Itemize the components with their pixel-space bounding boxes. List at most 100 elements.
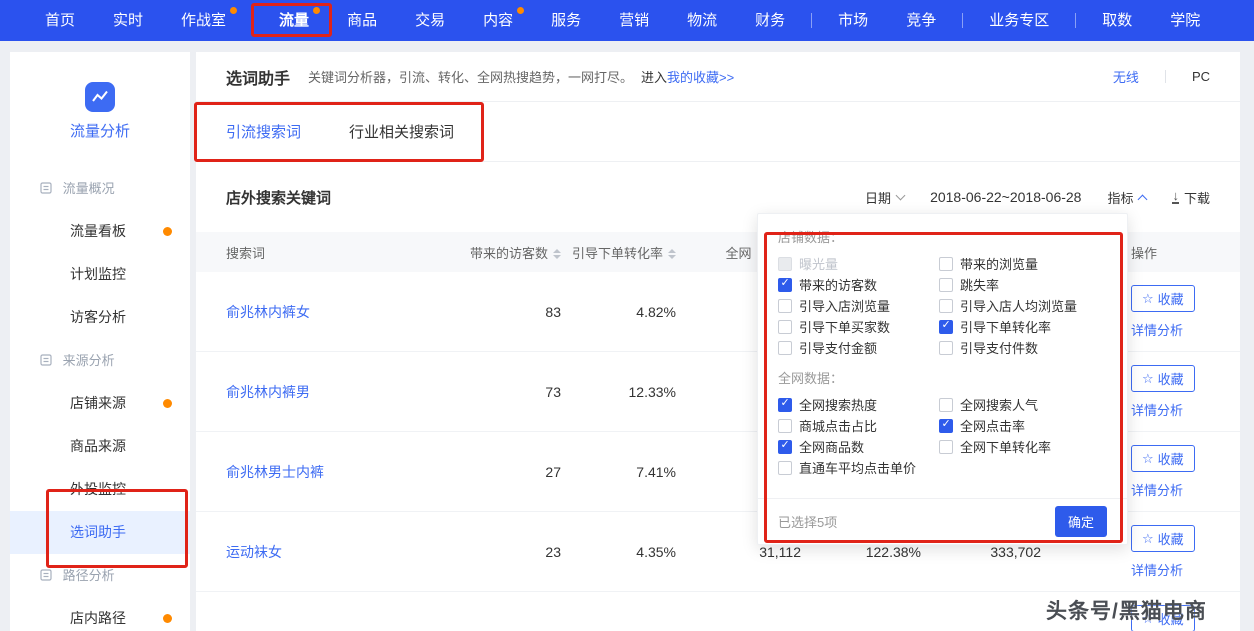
favorite-button[interactable]: ☆ 收藏 bbox=[1131, 525, 1195, 552]
checkbox[interactable]: ✓ bbox=[778, 398, 792, 412]
metric-checkbox-option[interactable]: ✓ 引导下单转化率 bbox=[939, 316, 1107, 337]
sidebar-item[interactable]: 商品来源 bbox=[10, 425, 190, 468]
keyword-link[interactable]: 俞兆林男士内裤 bbox=[226, 464, 324, 480]
checkbox[interactable]: ✓ bbox=[778, 257, 792, 271]
sidebar-item[interactable]: 流量看板 bbox=[10, 210, 190, 253]
download-button[interactable]: ↓ 下载 bbox=[1172, 188, 1210, 207]
checkbox-label: 商城点击占比 bbox=[799, 416, 877, 435]
sidebar-item[interactable]: 流量概况 bbox=[10, 167, 190, 210]
confirm-button[interactable]: 确定 bbox=[1055, 506, 1107, 537]
nav-item[interactable]: 实时 bbox=[94, 0, 162, 41]
metric-checkbox-option[interactable]: ✓ 引导下单买家数 bbox=[778, 316, 939, 337]
sidebar-item[interactable]: 选词助手 bbox=[10, 511, 190, 554]
sidebar-item[interactable]: 店铺来源 bbox=[10, 382, 190, 425]
nav-item-label: 实时 bbox=[113, 12, 143, 29]
nav-item[interactable]: 作战室 bbox=[162, 0, 245, 41]
metric-checkbox-option[interactable]: ✓ 全网搜索人气 bbox=[939, 394, 1107, 415]
nav-item[interactable]: 取数 bbox=[1083, 0, 1151, 41]
date-range[interactable]: 2018-06-22~2018-06-28 bbox=[930, 189, 1081, 205]
keyword-link[interactable]: 运动袜女 bbox=[226, 544, 282, 560]
metric-checkbox-option[interactable]: ✓ 全网点击率 bbox=[939, 415, 1107, 436]
sidebar-item[interactable]: 店内路径 bbox=[10, 597, 190, 631]
nav-item[interactable]: 物流 bbox=[668, 0, 736, 41]
metric-checkbox-option[interactable]: ✓ 带来的浏览量 bbox=[939, 253, 1107, 274]
metrics-dropdown[interactable]: 指标 bbox=[1107, 188, 1146, 207]
tab[interactable]: 行业相关搜索词 bbox=[349, 102, 454, 161]
date-filter[interactable]: 日期 bbox=[865, 188, 904, 207]
detail-analysis-link[interactable]: 详情分析 bbox=[1131, 400, 1183, 419]
checkbox[interactable]: ✓ bbox=[778, 299, 792, 313]
checkbox[interactable]: ✓ bbox=[778, 341, 792, 355]
nav-item[interactable]: 流量 bbox=[260, 0, 328, 41]
checkbox[interactable]: ✓ bbox=[778, 461, 792, 475]
metric-checkbox-option[interactable]: ✓ 跳失率 bbox=[939, 274, 1107, 295]
checkbox[interactable]: ✓ bbox=[778, 320, 792, 334]
checkbox[interactable]: ✓ bbox=[939, 440, 953, 454]
metric-checkbox-option[interactable]: ✓ 商城点击占比 bbox=[778, 415, 939, 436]
tab[interactable]: 引流搜索词 bbox=[226, 102, 301, 161]
nav-item-label: 交易 bbox=[415, 12, 445, 29]
nav-item[interactable]: 营销 bbox=[600, 0, 668, 41]
metric-checkbox-option[interactable]: ✓ 引导入店浏览量 bbox=[778, 295, 939, 316]
checkbox[interactable]: ✓ bbox=[939, 299, 953, 313]
visitors-value: 83 bbox=[446, 304, 561, 320]
sidebar-item[interactable]: 路径分析 bbox=[10, 554, 190, 597]
metric-checkbox-option[interactable]: ✓ 直通车平均点击单价 bbox=[778, 457, 939, 478]
nav-item[interactable] bbox=[252, 13, 253, 28]
favorite-button[interactable]: ☆ 收藏 bbox=[1131, 285, 1195, 312]
favorite-button[interactable]: ☆ 收藏 bbox=[1131, 365, 1195, 392]
checkbox[interactable]: ✓ bbox=[939, 320, 953, 334]
nav-item-label: 内容 bbox=[483, 12, 513, 29]
nav-item[interactable]: 服务 bbox=[532, 0, 600, 41]
checkbox[interactable]: ✓ bbox=[939, 419, 953, 433]
nav-item[interactable] bbox=[1075, 13, 1076, 28]
nav-item[interactable]: 财务 bbox=[736, 0, 804, 41]
checkbox-label: 全网商品数 bbox=[799, 437, 864, 456]
nav-item[interactable]: 内容 bbox=[464, 0, 532, 41]
detail-analysis-link[interactable]: 详情分析 bbox=[1131, 480, 1183, 499]
metric-checkbox-option[interactable]: ✓ 全网商品数 bbox=[778, 436, 939, 457]
platform-wireless-link[interactable]: 无线 bbox=[1113, 67, 1139, 86]
favorite-button[interactable]: ☆ 收藏 bbox=[1131, 445, 1195, 472]
metric-checkbox-option[interactable]: ✓ 引导支付件数 bbox=[939, 337, 1107, 358]
metric-checkbox-option[interactable]: ✓ 引导入店人均浏览量 bbox=[939, 295, 1107, 316]
sidebar-item[interactable]: 来源分析 bbox=[10, 339, 190, 382]
my-favorites-link[interactable]: 我的收藏>> bbox=[667, 67, 734, 86]
nav-item[interactable] bbox=[811, 13, 812, 28]
keyword-link[interactable]: 俞兆林内裤女 bbox=[226, 304, 310, 320]
checkbox[interactable]: ✓ bbox=[939, 341, 953, 355]
checkbox[interactable]: ✓ bbox=[939, 398, 953, 412]
sidebar-item[interactable]: 外投监控 bbox=[10, 468, 190, 511]
checkbox[interactable]: ✓ bbox=[778, 278, 792, 292]
nav-item[interactable] bbox=[962, 13, 963, 28]
sidebar-item-label: 路径分析 bbox=[63, 568, 115, 583]
sidebar-item-label: 商品来源 bbox=[70, 438, 126, 454]
sort-icon[interactable] bbox=[668, 249, 676, 259]
metric-checkbox-option[interactable]: ✓ 曝光量 bbox=[778, 253, 939, 274]
sidebar-item[interactable]: 计划监控 bbox=[10, 253, 190, 296]
metric-checkbox-option[interactable]: ✓ 带来的访客数 bbox=[778, 274, 939, 295]
nav-item[interactable]: 学院 bbox=[1151, 0, 1219, 41]
checkbox[interactable]: ✓ bbox=[939, 278, 953, 292]
detail-analysis-link[interactable]: 详情分析 bbox=[1131, 320, 1183, 339]
checkbox-label: 全网搜索热度 bbox=[799, 395, 877, 414]
platform-pc-link[interactable]: PC bbox=[1192, 69, 1210, 84]
checkbox[interactable]: ✓ bbox=[939, 257, 953, 271]
checkbox[interactable]: ✓ bbox=[778, 440, 792, 454]
sidebar-item[interactable]: 访客分析 bbox=[10, 296, 190, 339]
checkbox[interactable]: ✓ bbox=[778, 419, 792, 433]
metric-checkbox-option[interactable]: ✓ 全网搜索热度 bbox=[778, 394, 939, 415]
favorite-button[interactable]: ☆ 收藏 bbox=[1131, 605, 1195, 631]
sort-icon[interactable] bbox=[553, 249, 561, 259]
nav-item[interactable]: 业务专区 bbox=[970, 0, 1068, 41]
checkbox-label: 曝光量 bbox=[799, 254, 838, 273]
detail-analysis-link[interactable]: 详情分析 bbox=[1131, 560, 1183, 579]
nav-item[interactable]: 商品 bbox=[328, 0, 396, 41]
keyword-link[interactable]: 俞兆林内裤男 bbox=[226, 384, 310, 400]
nav-item[interactable]: 市场 bbox=[819, 0, 887, 41]
nav-item[interactable]: 首页 bbox=[26, 0, 94, 41]
nav-item[interactable]: 交易 bbox=[396, 0, 464, 41]
metric-checkbox-option[interactable]: ✓ 全网下单转化率 bbox=[939, 436, 1107, 457]
metric-checkbox-option[interactable]: ✓ 引导支付金额 bbox=[778, 337, 939, 358]
nav-item[interactable]: 竞争 bbox=[887, 0, 955, 41]
